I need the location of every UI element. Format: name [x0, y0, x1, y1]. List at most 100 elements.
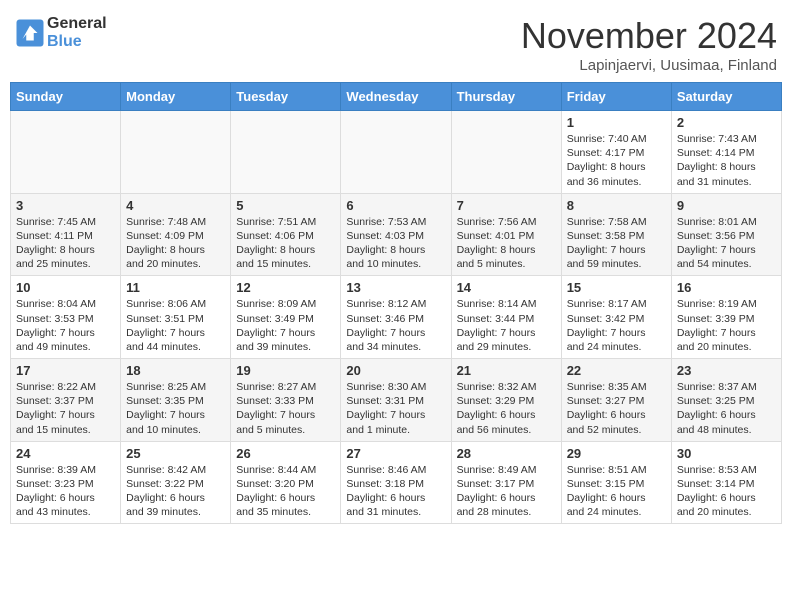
day-info: Sunrise: 8:22 AM Sunset: 3:37 PM Dayligh…: [16, 380, 115, 437]
day-info: Sunrise: 8:32 AM Sunset: 3:29 PM Dayligh…: [457, 380, 556, 437]
day-number: 11: [126, 280, 225, 295]
calendar-day-cell: 11 Sunrise: 8:06 AM Sunset: 3:51 PM Dayli…: [121, 276, 231, 359]
day-info: Sunrise: 8:27 AM Sunset: 3:33 PM Dayligh…: [236, 380, 335, 437]
logo-icon: [15, 18, 45, 48]
calendar-day-cell: 23 Sunrise: 8:37 AM Sunset: 3:25 PM Dayli…: [671, 359, 781, 442]
calendar-day-cell: 6Sunrise: 7:53 AM Sunset: 4:03 PM Daylig…: [341, 193, 451, 276]
calendar-day-cell: 2 Sunrise: 7:43 AM Sunset: 4:14 PM Daylig…: [671, 111, 781, 194]
day-info: Sunrise: 8:14 AM Sunset: 3:44 PM Dayligh…: [457, 297, 556, 354]
weekday-header-tuesday: Tuesday: [231, 83, 341, 111]
weekday-header-saturday: Saturday: [671, 83, 781, 111]
day-number: 7: [457, 198, 556, 213]
logo: General Blue: [15, 15, 107, 50]
calendar-table: SundayMondayTuesdayWednesdayThursdayFrid…: [10, 82, 782, 524]
day-number: 5: [236, 198, 335, 213]
calendar-day-cell: 29Sunrise: 8:51 AM Sunset: 3:15 PM Dayli…: [561, 441, 671, 524]
calendar-day-cell: [11, 111, 121, 194]
day-info: Sunrise: 8:01 AM Sunset: 3:56 PM Dayligh…: [677, 215, 776, 272]
day-info: Sunrise: 8:06 AM Sunset: 3:51 PM Dayligh…: [126, 297, 225, 354]
day-number: 22: [567, 363, 666, 378]
calendar-day-cell: 10 Sunrise: 8:04 AM Sunset: 3:53 PM Dayli…: [11, 276, 121, 359]
calendar-day-cell: 8Sunrise: 7:58 AM Sunset: 3:58 PM Daylig…: [561, 193, 671, 276]
day-number: 25: [126, 446, 225, 461]
day-info: Sunrise: 8:25 AM Sunset: 3:35 PM Dayligh…: [126, 380, 225, 437]
page-header: General Blue November 2024 Lapinjaervi, …: [10, 10, 782, 74]
day-info: Sunrise: 8:49 AM Sunset: 3:17 PM Dayligh…: [457, 463, 556, 520]
calendar-day-cell: 22Sunrise: 8:35 AM Sunset: 3:27 PM Dayli…: [561, 359, 671, 442]
day-number: 9: [677, 198, 776, 213]
calendar-day-cell: 7 Sunrise: 7:56 AM Sunset: 4:01 PM Daylig…: [451, 193, 561, 276]
day-info: Sunrise: 8:09 AM Sunset: 3:49 PM Dayligh…: [236, 297, 335, 354]
day-info: Sunrise: 8:04 AM Sunset: 3:53 PM Dayligh…: [16, 297, 115, 354]
day-info: Sunrise: 8:37 AM Sunset: 3:25 PM Dayligh…: [677, 380, 776, 437]
day-number: 14: [457, 280, 556, 295]
calendar-day-cell: 19 Sunrise: 8:27 AM Sunset: 3:33 PM Dayli…: [231, 359, 341, 442]
month-title: November 2024: [521, 15, 777, 57]
calendar-day-cell: 24Sunrise: 8:39 AM Sunset: 3:23 PM Dayli…: [11, 441, 121, 524]
day-number: 20: [346, 363, 445, 378]
calendar-day-cell: 4 Sunrise: 7:48 AM Sunset: 4:09 PM Daylig…: [121, 193, 231, 276]
day-number: 26: [236, 446, 335, 461]
calendar-day-cell: 1 Sunrise: 7:40 AM Sunset: 4:17 PM Daylig…: [561, 111, 671, 194]
calendar-day-cell: 13Sunrise: 8:12 AM Sunset: 3:46 PM Dayli…: [341, 276, 451, 359]
day-number: 17: [16, 363, 115, 378]
day-info: Sunrise: 8:12 AM Sunset: 3:46 PM Dayligh…: [346, 297, 445, 354]
calendar-day-cell: 18 Sunrise: 8:25 AM Sunset: 3:35 PM Dayli…: [121, 359, 231, 442]
calendar-week-row: 10 Sunrise: 8:04 AM Sunset: 3:53 PM Dayli…: [11, 276, 782, 359]
calendar-day-cell: 15Sunrise: 8:17 AM Sunset: 3:42 PM Dayli…: [561, 276, 671, 359]
calendar-day-cell: 5 Sunrise: 7:51 AM Sunset: 4:06 PM Daylig…: [231, 193, 341, 276]
day-number: 21: [457, 363, 556, 378]
day-info: Sunrise: 7:51 AM Sunset: 4:06 PM Dayligh…: [236, 215, 335, 272]
day-number: 12: [236, 280, 335, 295]
calendar-day-cell: 17 Sunrise: 8:22 AM Sunset: 3:37 PM Dayli…: [11, 359, 121, 442]
day-number: 4: [126, 198, 225, 213]
calendar-day-cell: 26 Sunrise: 8:44 AM Sunset: 3:20 PM Dayli…: [231, 441, 341, 524]
weekday-header-row: SundayMondayTuesdayWednesdayThursdayFrid…: [11, 83, 782, 111]
day-number: 15: [567, 280, 666, 295]
calendar-day-cell: 27Sunrise: 8:46 AM Sunset: 3:18 PM Dayli…: [341, 441, 451, 524]
weekday-header-sunday: Sunday: [11, 83, 121, 111]
day-info: Sunrise: 8:44 AM Sunset: 3:20 PM Dayligh…: [236, 463, 335, 520]
weekday-header-thursday: Thursday: [451, 83, 561, 111]
day-number: 10: [16, 280, 115, 295]
day-info: Sunrise: 7:40 AM Sunset: 4:17 PM Dayligh…: [567, 132, 666, 189]
day-number: 1: [567, 115, 666, 130]
day-info: Sunrise: 8:42 AM Sunset: 3:22 PM Dayligh…: [126, 463, 225, 520]
location-title: Lapinjaervi, Uusimaa, Finland: [521, 57, 777, 74]
calendar-day-cell: 21 Sunrise: 8:32 AM Sunset: 3:29 PM Dayli…: [451, 359, 561, 442]
weekday-header-monday: Monday: [121, 83, 231, 111]
calendar-week-row: 3 Sunrise: 7:45 AM Sunset: 4:11 PM Daylig…: [11, 193, 782, 276]
day-info: Sunrise: 7:48 AM Sunset: 4:09 PM Dayligh…: [126, 215, 225, 272]
day-info: Sunrise: 8:30 AM Sunset: 3:31 PM Dayligh…: [346, 380, 445, 437]
calendar-day-cell: [231, 111, 341, 194]
day-number: 18: [126, 363, 225, 378]
day-number: 30: [677, 446, 776, 461]
day-number: 16: [677, 280, 776, 295]
day-info: Sunrise: 7:45 AM Sunset: 4:11 PM Dayligh…: [16, 215, 115, 272]
day-number: 23: [677, 363, 776, 378]
day-info: Sunrise: 8:51 AM Sunset: 3:15 PM Dayligh…: [567, 463, 666, 520]
day-number: 3: [16, 198, 115, 213]
day-info: Sunrise: 8:39 AM Sunset: 3:23 PM Dayligh…: [16, 463, 115, 520]
calendar-day-cell: 16 Sunrise: 8:19 AM Sunset: 3:39 PM Dayli…: [671, 276, 781, 359]
day-number: 28: [457, 446, 556, 461]
calendar-day-cell: 3 Sunrise: 7:45 AM Sunset: 4:11 PM Daylig…: [11, 193, 121, 276]
calendar-day-cell: [341, 111, 451, 194]
day-info: Sunrise: 7:43 AM Sunset: 4:14 PM Dayligh…: [677, 132, 776, 189]
calendar-day-cell: [451, 111, 561, 194]
day-info: Sunrise: 8:19 AM Sunset: 3:39 PM Dayligh…: [677, 297, 776, 354]
weekday-header-wednesday: Wednesday: [341, 83, 451, 111]
day-info: Sunrise: 7:56 AM Sunset: 4:01 PM Dayligh…: [457, 215, 556, 272]
weekday-header-friday: Friday: [561, 83, 671, 111]
calendar-week-row: 24Sunrise: 8:39 AM Sunset: 3:23 PM Dayli…: [11, 441, 782, 524]
day-info: Sunrise: 7:58 AM Sunset: 3:58 PM Dayligh…: [567, 215, 666, 272]
day-number: 2: [677, 115, 776, 130]
day-info: Sunrise: 8:53 AM Sunset: 3:14 PM Dayligh…: [677, 463, 776, 520]
day-number: 6: [346, 198, 445, 213]
day-info: Sunrise: 8:46 AM Sunset: 3:18 PM Dayligh…: [346, 463, 445, 520]
day-number: 19: [236, 363, 335, 378]
calendar-day-cell: 30 Sunrise: 8:53 AM Sunset: 3:14 PM Dayli…: [671, 441, 781, 524]
logo-line1: General: [47, 15, 107, 33]
calendar-day-cell: 28 Sunrise: 8:49 AM Sunset: 3:17 PM Dayli…: [451, 441, 561, 524]
logo-line2: Blue: [47, 33, 107, 51]
